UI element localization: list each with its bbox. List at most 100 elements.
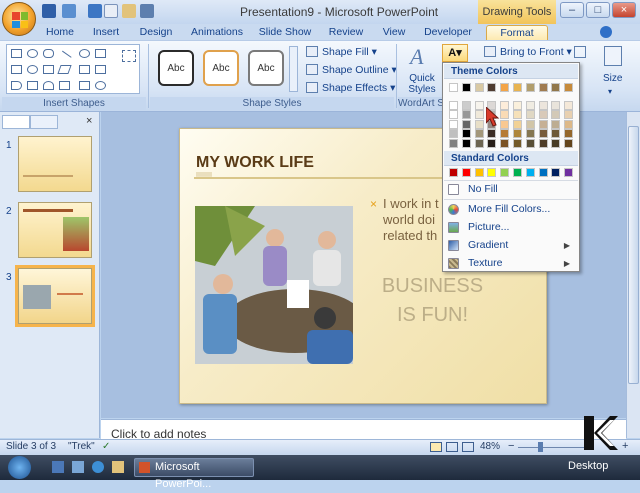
close-button[interactable]: ×: [612, 2, 636, 18]
standard-color-swatch[interactable]: [461, 168, 471, 177]
curve-arrow-shape-icon[interactable]: [95, 81, 106, 90]
line-shape-icon[interactable]: [57, 50, 72, 65]
ellipse-shape-icon[interactable]: [27, 65, 38, 74]
standard-color-swatch[interactable]: [449, 168, 458, 177]
no-fill-item[interactable]: No Fill: [444, 181, 578, 198]
gradient-fill-item[interactable]: Gradient ▶: [444, 237, 578, 254]
textbox-shape-icon[interactable]: [11, 65, 22, 74]
color-swatch[interactable]: [538, 100, 548, 110]
zoom-level[interactable]: 48%: [480, 441, 500, 452]
tab-slide-show[interactable]: Slide Show: [258, 25, 312, 40]
color-swatch[interactable]: [525, 110, 535, 119]
color-swatch[interactable]: [500, 100, 510, 110]
align-icon[interactable]: [574, 46, 586, 58]
color-swatch[interactable]: [474, 110, 484, 119]
notes-pane[interactable]: Click to add notes: [101, 419, 626, 441]
texture-fill-item[interactable]: Texture ▶: [444, 255, 578, 272]
slide-thumbnail-1[interactable]: [18, 136, 92, 192]
tab-outline-icon[interactable]: [30, 115, 58, 129]
color-swatch[interactable]: [461, 110, 471, 119]
tab-view[interactable]: View: [380, 25, 408, 40]
taskbar-powerpoint-button[interactable]: Microsoft PowerPoi...: [134, 458, 254, 490]
text-fill-button[interactable]: A▾: [442, 44, 468, 62]
color-swatch[interactable]: [487, 83, 497, 92]
color-swatch[interactable]: [500, 110, 510, 119]
tab-review[interactable]: Review: [328, 25, 364, 40]
color-swatch[interactable]: [513, 83, 522, 92]
slideshow-view-icon[interactable]: [462, 442, 474, 452]
color-swatch[interactable]: [461, 138, 471, 148]
color-swatch[interactable]: [449, 129, 458, 138]
close-pane-icon[interactable]: ×: [86, 115, 92, 127]
color-swatch[interactable]: [500, 83, 510, 92]
maximize-button[interactable]: □: [586, 2, 610, 18]
insert-shapes-gallery[interactable]: [6, 44, 140, 94]
color-swatch[interactable]: [525, 83, 535, 92]
color-swatch[interactable]: [564, 110, 574, 119]
color-swatch[interactable]: [538, 83, 548, 92]
color-swatch[interactable]: [513, 110, 522, 119]
color-swatch[interactable]: [487, 129, 497, 138]
office-button[interactable]: [2, 2, 36, 36]
color-swatch[interactable]: [500, 129, 510, 138]
tab-animations[interactable]: Animations: [190, 25, 244, 40]
color-swatch[interactable]: [525, 119, 535, 129]
color-swatch[interactable]: [525, 100, 535, 110]
show-desktop-icon[interactable]: [52, 461, 64, 473]
color-swatch[interactable]: [449, 100, 458, 110]
color-swatch[interactable]: [474, 129, 484, 138]
qat-more-icon[interactable]: [140, 4, 154, 18]
more-fill-colors-item[interactable]: More Fill Colors...: [444, 201, 578, 218]
slide-sorter-icon[interactable]: [446, 442, 458, 452]
color-swatch[interactable]: [538, 119, 548, 129]
gallery-scroll-icon[interactable]: [289, 46, 298, 92]
standard-color-swatch[interactable]: [513, 168, 522, 177]
color-swatch[interactable]: [564, 100, 574, 110]
rectangle-shape-icon[interactable]: [11, 49, 22, 58]
color-swatch[interactable]: [551, 138, 561, 148]
color-swatch[interactable]: [513, 138, 522, 148]
undo-icon[interactable]: [62, 4, 76, 18]
size-dropdown-icon[interactable]: ▾: [608, 87, 612, 96]
tab-insert[interactable]: Insert: [90, 25, 122, 40]
color-swatch[interactable]: [551, 110, 561, 119]
oval-shape-icon[interactable]: [27, 49, 38, 58]
standard-color-swatch[interactable]: [525, 168, 535, 177]
save-icon[interactable]: [42, 4, 56, 18]
color-swatch[interactable]: [564, 138, 574, 148]
color-swatch[interactable]: [461, 83, 471, 92]
bracket-shape-icon[interactable]: [95, 65, 106, 74]
vertical-scrollbar[interactable]: [626, 112, 640, 438]
flowchart-shape-icon[interactable]: [95, 49, 106, 58]
standard-color-swatch[interactable]: [538, 168, 548, 177]
color-swatch[interactable]: [474, 100, 484, 110]
color-swatch[interactable]: [538, 129, 548, 138]
zoom-out-icon[interactable]: −: [508, 440, 514, 452]
shape-outline-button[interactable]: Shape Outline ▾: [306, 62, 397, 78]
color-swatch[interactable]: [513, 100, 522, 110]
shape-fill-button[interactable]: Shape Fill ▾: [306, 44, 377, 60]
smiley-shape-icon[interactable]: [79, 49, 90, 58]
color-swatch[interactable]: [449, 138, 458, 148]
shape-style-3-button[interactable]: Abc: [248, 50, 284, 86]
business-meeting-clipart[interactable]: [195, 206, 365, 364]
standard-color-swatch[interactable]: [500, 168, 510, 177]
rounded-rect-shape-icon[interactable]: [43, 49, 54, 58]
tab-design[interactable]: Design: [138, 25, 174, 40]
slide-thumbnail-2[interactable]: [18, 202, 92, 258]
desktop-toolbar-label[interactable]: Desktop: [568, 460, 608, 472]
color-swatch[interactable]: [487, 138, 497, 148]
bring-to-front-button[interactable]: Bring to Front ▾: [484, 44, 572, 60]
new-icon[interactable]: [104, 4, 118, 18]
triangle-shape-icon[interactable]: [79, 65, 90, 74]
color-swatch[interactable]: [474, 83, 484, 92]
standard-color-swatch[interactable]: [551, 168, 561, 177]
color-swatch[interactable]: [564, 83, 574, 92]
color-swatch[interactable]: [513, 119, 522, 129]
shape-effects-button[interactable]: Shape Effects ▾: [306, 80, 395, 96]
color-swatch[interactable]: [564, 129, 574, 138]
edit-shape-icon[interactable]: [122, 50, 136, 62]
standard-color-swatch[interactable]: [474, 168, 484, 177]
color-swatch[interactable]: [551, 129, 561, 138]
color-swatch[interactable]: [538, 110, 548, 119]
